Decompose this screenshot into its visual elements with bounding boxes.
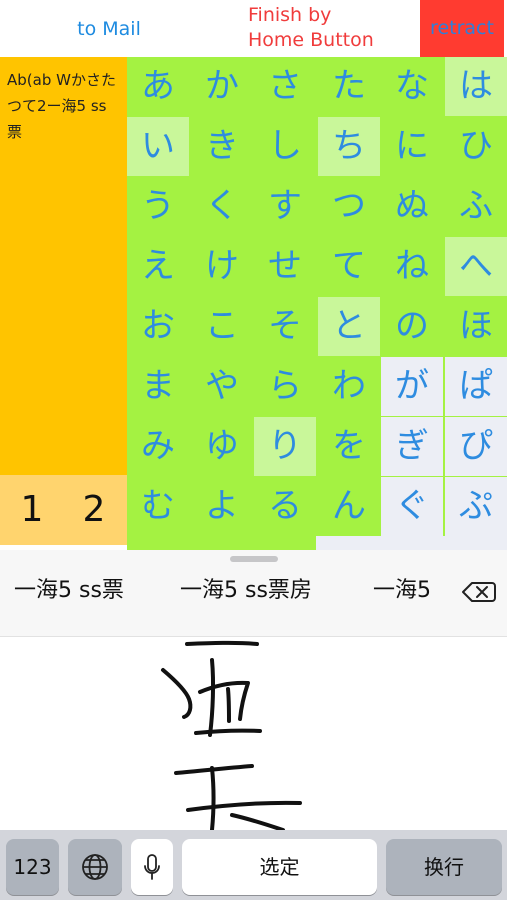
kana-key[interactable]: り [254,417,316,476]
candidate-2[interactable]: 一海5 ss票房 [180,574,312,608]
number-key-2[interactable]: 2 [74,481,114,539]
kana-key[interactable]: ぱ [445,357,507,416]
kana-key[interactable]: ぐ [381,477,443,536]
kana-key[interactable]: お [127,297,189,356]
kana-key[interactable]: せ [254,237,316,296]
numbers-key[interactable]: 123 [6,839,59,895]
kana-key[interactable]: つ [318,177,380,236]
kana-key[interactable]: ぎ [381,417,443,476]
kana-key[interactable]: と [318,297,380,356]
kana-key[interactable]: に [381,117,443,176]
kana-key[interactable]: ぷ [445,477,507,536]
kana-key[interactable]: か [191,57,253,116]
kana-key[interactable]: は [445,57,507,116]
kana-key[interactable]: す [254,177,316,236]
candidate-3[interactable]: 一海5 [373,574,431,608]
kana-key[interactable]: こ [191,297,253,356]
kana-key[interactable]: が [381,357,443,416]
handwriting-canvas[interactable] [0,637,507,830]
finish-label-line2: Home Button [248,29,374,51]
top-bar: to Mail Finish by Home Button retract [0,0,507,57]
return-key[interactable]: 换行 [386,839,502,895]
kana-key[interactable]: え [127,237,189,296]
retract-button[interactable]: retract [420,0,504,57]
to-mail-button[interactable]: to Mail [64,16,154,42]
kana-key[interactable]: ゆ [191,417,253,476]
note-text[interactable]: Ab(ab Wかさたつて2ー海5 ss票 [7,67,121,145]
kana-key[interactable]: よ [191,477,253,536]
kana-key[interactable]: ん [318,477,380,536]
backspace-icon[interactable] [456,576,500,608]
kana-key[interactable]: く [191,177,253,236]
space-select-key[interactable]: 选定 [182,839,377,895]
number-key-1[interactable]: 1 [12,481,52,539]
kana-key[interactable]: ふ [445,177,507,236]
candidate-1[interactable]: 一海5 ss票 [14,574,124,608]
kana-grid-overflow [316,536,507,550]
number-panel: 1 2 [0,475,127,545]
kana-key[interactable]: る [254,477,316,536]
kana-key[interactable]: み [127,417,189,476]
kana-key[interactable]: あ [127,57,189,116]
candidate-bar: 一海5 ss票 一海5 ss票房 一海5 [0,550,507,637]
kana-key[interactable]: ひ [445,117,507,176]
kana-key[interactable]: む [127,477,189,536]
kana-key[interactable]: や [191,357,253,416]
kana-key[interactable]: の [381,297,443,356]
kana-key[interactable]: ら [254,357,316,416]
kana-key[interactable]: う [127,177,189,236]
globe-icon[interactable] [68,839,122,895]
kana-key[interactable]: へ [445,237,507,296]
kana-key[interactable]: ぴ [445,417,507,476]
microphone-icon[interactable] [131,839,173,895]
drag-handle[interactable] [230,556,278,562]
kana-key[interactable]: い [127,117,189,176]
kana-key[interactable]: ぬ [381,177,443,236]
kana-key[interactable]: ち [318,117,380,176]
kana-key[interactable]: さ [254,57,316,116]
kana-key[interactable]: た [318,57,380,116]
finish-label-line1: Finish by [248,4,332,26]
kana-key[interactable]: け [191,237,253,296]
kana-key[interactable]: ね [381,237,443,296]
kana-key[interactable]: き [191,117,253,176]
finish-by-home-button[interactable]: Finish by Home Button [248,3,398,55]
keyboard-bottom-row: 123 选定 换行 [0,830,507,900]
kana-grid: あいうえおまみむ かきくけこやゆよ さしすせそらりる たちつてとわをん なにぬねのがぎぐ… [127,57,507,550]
kana-key[interactable]: な [381,57,443,116]
kana-key[interactable]: わ [318,357,380,416]
kana-key[interactable]: ま [127,357,189,416]
kana-key[interactable]: を [318,417,380,476]
kana-key[interactable]: ほ [445,297,507,356]
note-panel: Ab(ab Wかさたつて2ー海5 ss票 [0,57,127,475]
kana-key[interactable]: て [318,237,380,296]
kana-key[interactable]: そ [254,297,316,356]
kana-key[interactable]: し [254,117,316,176]
handwriting-strokes [161,640,302,830]
